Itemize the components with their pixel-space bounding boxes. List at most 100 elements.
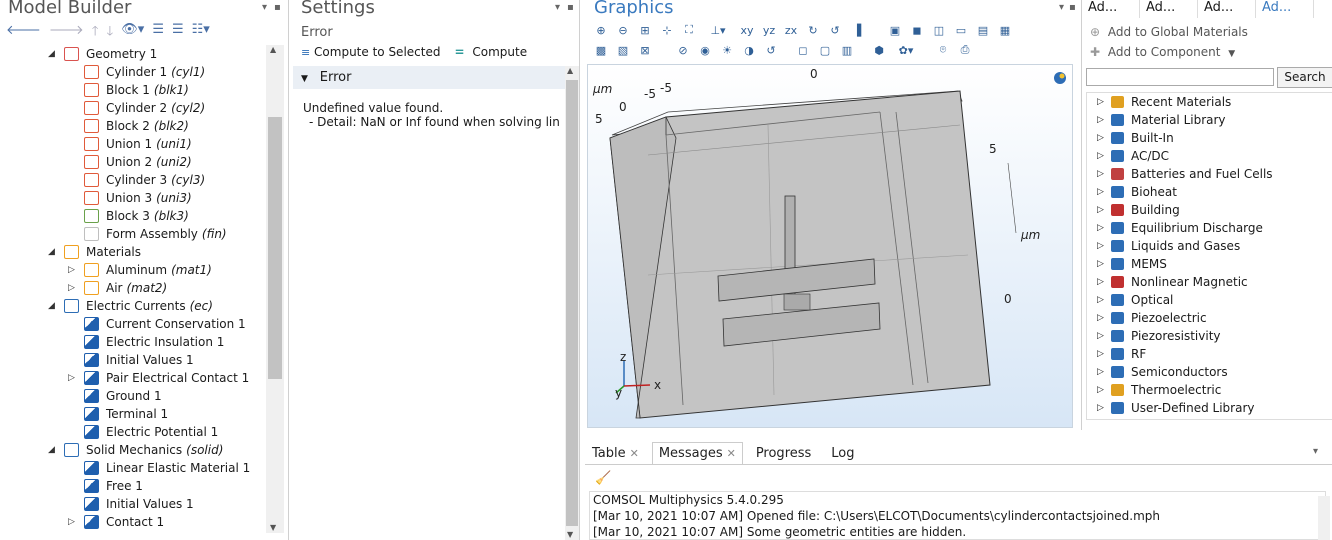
tree-node[interactable]: ◢ Solid Mechanics (solid) <box>0 441 266 459</box>
expand-icon[interactable]: ▷ <box>1097 273 1104 291</box>
material-library-item[interactable]: ▷ User-Defined Library <box>1091 399 1331 417</box>
collapse-icon[interactable]: ◢ <box>48 45 58 63</box>
error-section-header[interactable]: ▼ Error <box>293 66 565 89</box>
move-up-icon[interactable]: 🡑 <box>92 22 99 40</box>
material-library-item[interactable]: ▷ Piezoresistivity <box>1091 327 1331 345</box>
expand-icon[interactable]: ▷ <box>1097 93 1104 111</box>
show-icon[interactable]: 👁▾ <box>121 22 144 40</box>
tree-node[interactable]: Cylinder 1 (cyl1) <box>0 63 266 81</box>
expand-icon[interactable]: ▷ <box>1097 147 1104 165</box>
tree-node[interactable]: Cylinder 2 (cyl2) <box>0 99 266 117</box>
material-library-item[interactable]: ▷ Built-In <box>1091 129 1331 147</box>
tree-node[interactable]: Current Conservation 1 <box>0 315 266 333</box>
material-library-item[interactable]: ▷ MEMS <box>1091 255 1331 273</box>
material-library-item[interactable]: ▷ Optical <box>1091 291 1331 309</box>
settings-scrollbar[interactable]: ▲ ▼ <box>565 66 579 540</box>
collapse-icon[interactable]: ◢ <box>48 441 58 459</box>
expand-icon[interactable]: ▷ <box>1097 363 1104 381</box>
tree-node[interactable]: Electric Insulation 1 <box>0 333 266 351</box>
tree-node[interactable]: Linear Elastic Material 1 <box>0 459 266 477</box>
clear-selection-icon[interactable]: ⊠ <box>637 42 653 58</box>
screenshot-icon[interactable]: ▩ <box>593 42 609 58</box>
material-library-item[interactable]: ▷ Thermoelectric <box>1091 381 1331 399</box>
add-to-component-button[interactable]: ✚ Add to Component ▼ <box>1090 45 1235 59</box>
close-icon[interactable]: ✕ <box>727 447 736 460</box>
tree-node[interactable]: Ground 1 <box>0 387 266 405</box>
material-library-item[interactable]: ▷ Liquids and Gases <box>1091 237 1331 255</box>
select-edges-icon[interactable]: ▭ <box>953 22 969 38</box>
expand-icon[interactable]: ▷ <box>1097 165 1104 183</box>
pin-icon[interactable]: ▾ <box>262 2 267 13</box>
tab-add-1[interactable]: Ad... <box>1082 0 1140 18</box>
zoom-selected-icon[interactable]: ⊹ <box>659 22 675 38</box>
collapse-icon[interactable]: ◢ <box>48 297 58 315</box>
expand-icon[interactable]: ▷ <box>1097 219 1104 237</box>
collapse-icon[interactable]: ◢ <box>48 243 58 261</box>
tree-node[interactable]: Free 1 <box>0 477 266 495</box>
move-down-icon[interactable]: 🡓 <box>107 22 114 40</box>
transparency-icon[interactable]: ◑ <box>741 42 757 58</box>
rotate-back-icon[interactable]: ↺ <box>827 22 843 38</box>
tree-node[interactable]: ▷ Air (mat2) <box>0 279 266 297</box>
pin-icon[interactable]: ▾ <box>555 2 560 13</box>
close-pane-icon[interactable]: ▪ <box>1069 2 1076 13</box>
tab-log[interactable]: Log <box>824 442 861 464</box>
material-library-item[interactable]: ▷ RF <box>1091 345 1331 363</box>
tree-node[interactable]: Cylinder 3 (cyl3) <box>0 171 266 189</box>
compute-to-selected-button[interactable]: ≡ Compute to Selected <box>301 45 440 59</box>
tab-add-material[interactable]: Ad... <box>1256 0 1314 18</box>
select-domains-icon[interactable]: ◼ <box>909 22 925 38</box>
forward-icon[interactable]: 🡒 <box>49 22 84 40</box>
tab-add-3[interactable]: Ad... <box>1198 0 1256 18</box>
tab-messages[interactable]: Messages ✕ <box>651 442 743 464</box>
expand-icon[interactable]: ▷ <box>1097 399 1104 417</box>
camera-icon[interactable]: ⌾ <box>935 42 951 58</box>
tree-node[interactable]: Terminal 1 <box>0 405 266 423</box>
expand-icon[interactable]: ▷ <box>68 369 78 387</box>
material-library-item[interactable]: ▷ AC/DC <box>1091 147 1331 165</box>
tree-node[interactable]: ◢ Electric Currents (ec) <box>0 297 266 315</box>
tree-node[interactable]: Block 2 (blk2) <box>0 117 266 135</box>
material-library-item[interactable]: ▷ Semiconductors <box>1091 363 1331 381</box>
expand-icon[interactable]: ▷ <box>1097 345 1104 363</box>
tree-scrollbar[interactable]: ▲ ▼ <box>266 45 284 533</box>
search-button[interactable]: Search <box>1277 67 1332 88</box>
material-library-item[interactable]: ▷ Piezoelectric <box>1091 309 1331 327</box>
expand-icon[interactable]: ▷ <box>68 261 78 279</box>
expand-icon[interactable]: ☰ <box>152 22 164 40</box>
tab-add-2[interactable]: Ad... <box>1140 0 1198 18</box>
select-objects-icon[interactable]: ▣ <box>887 22 903 38</box>
zoom-box-icon[interactable]: ⊞ <box>637 22 653 38</box>
tree-node[interactable]: ▷ Pair Electrical Contact 1 <box>0 369 266 387</box>
tree-node[interactable]: ◢ Materials <box>0 243 266 261</box>
expand-icon[interactable]: ▷ <box>1097 309 1104 327</box>
tree-node[interactable]: Form Assembly (fin) <box>0 225 266 243</box>
grid-icon[interactable]: ▥ <box>839 42 855 58</box>
copy-image-icon[interactable]: ▧ <box>615 42 631 58</box>
material-library-item[interactable]: ▷ Nonlinear Magnetic <box>1091 273 1331 291</box>
hide-icon[interactable]: ⊘ <box>675 42 691 58</box>
print-icon[interactable]: ⎙ <box>957 42 973 58</box>
color-icon[interactable]: ✿▾ <box>893 42 919 58</box>
expand-icon[interactable]: ▷ <box>68 513 78 531</box>
material-library-item[interactable]: ▷ Recent Materials <box>1091 93 1331 111</box>
material-library-item[interactable]: ▷ Equilibrium Discharge <box>1091 219 1331 237</box>
expand-icon[interactable]: ▷ <box>1097 291 1104 309</box>
material-search-input[interactable] <box>1086 68 1274 86</box>
tree-node[interactable]: Electric Potential 1 <box>0 423 266 441</box>
pin-icon[interactable]: ▾ <box>1059 2 1064 13</box>
expand-icon[interactable]: ▷ <box>1097 327 1104 345</box>
graphics-canvas[interactable]: μm μm 0 -5 -5 0 5 5 0 z x y <box>587 64 1073 428</box>
wireframe-icon[interactable]: ◻ <box>795 42 811 58</box>
settings-menu-icon[interactable]: ☷▾ <box>192 22 210 40</box>
scrollbar-thumb[interactable] <box>566 80 578 526</box>
material-library-item[interactable]: ▷ Building <box>1091 201 1331 219</box>
expand-icon[interactable]: ▷ <box>1097 237 1104 255</box>
back-icon[interactable]: 🡐 <box>6 22 41 40</box>
material-library-item[interactable]: ▷ Material Library <box>1091 111 1331 129</box>
tree-node[interactable]: Union 3 (uni3) <box>0 189 266 207</box>
render-icon[interactable]: ▢ <box>817 42 833 58</box>
tree-node[interactable]: ▷ Contact 1 <box>0 513 266 531</box>
select-points-icon[interactable]: ▤ <box>975 22 991 38</box>
select-all-icon[interactable]: ▦ <box>997 22 1013 38</box>
